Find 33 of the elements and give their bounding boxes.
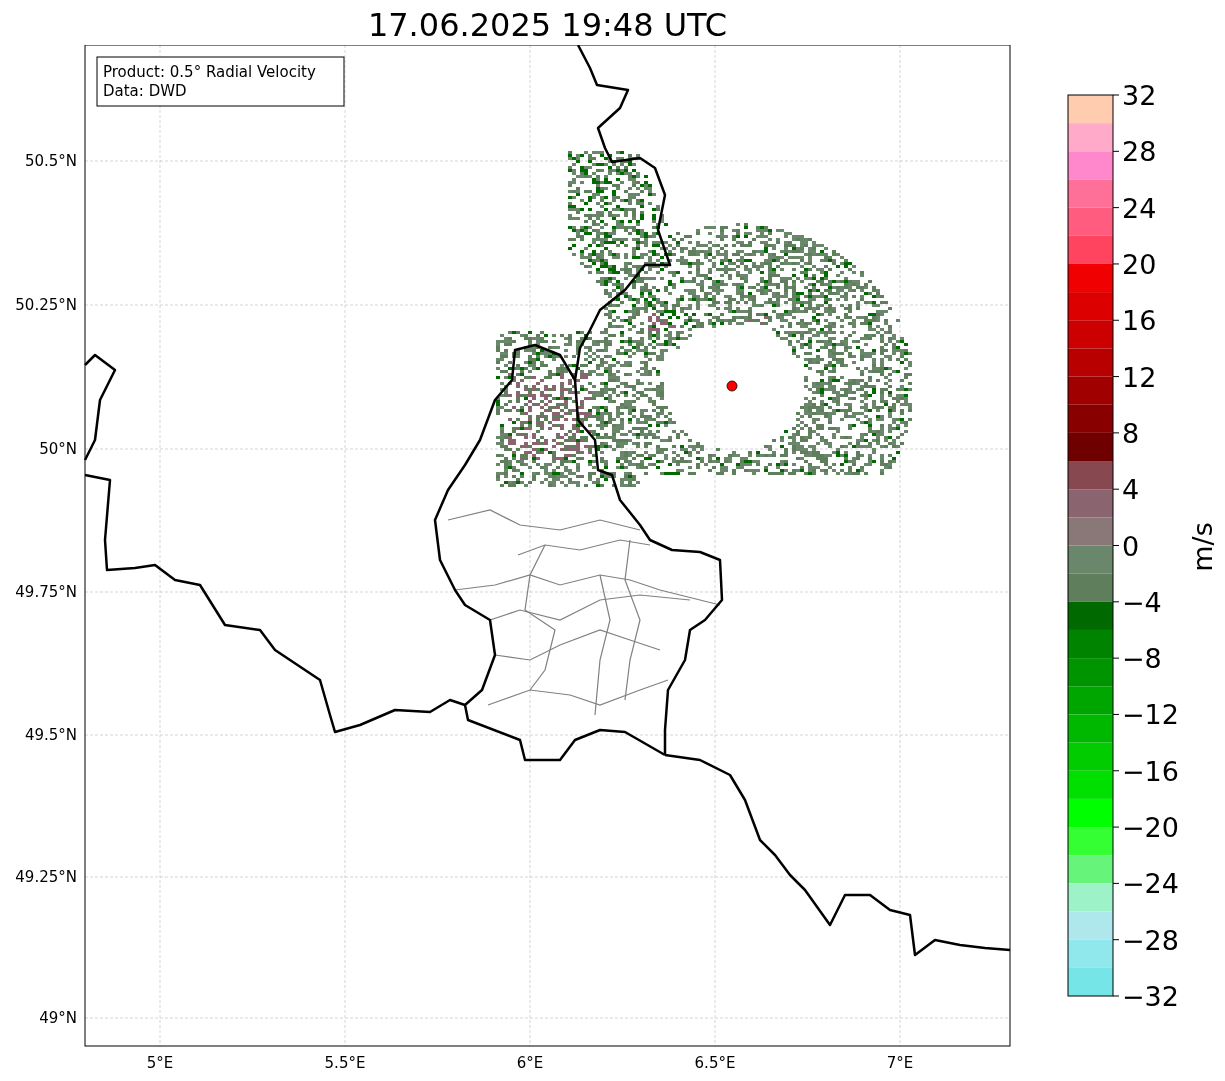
- colorbar-tick-label: 24: [1122, 192, 1157, 224]
- colorbar-tick-label: −16: [1122, 755, 1179, 787]
- colorbar-tick-label: −20: [1122, 812, 1179, 844]
- colorbar-label: m/s: [1187, 522, 1218, 572]
- colorbar-tick-label: −12: [1122, 699, 1179, 731]
- info-text: Data: DWD: [103, 82, 187, 100]
- colorbar-tick-label: 12: [1122, 361, 1157, 393]
- colorbar-tick-label: 28: [1122, 136, 1157, 168]
- latitude-label: 50°N: [39, 440, 77, 458]
- colorbar-tick-label: −24: [1122, 868, 1179, 900]
- colorbar-tick-label: −8: [1122, 643, 1162, 675]
- colorbar-tick-label: 16: [1122, 305, 1157, 337]
- colorbar-tick-label: 0: [1122, 530, 1140, 562]
- longitude-label: 5°E: [146, 1054, 174, 1072]
- colorbar-tick-label: 8: [1122, 417, 1140, 449]
- longitude-label: 7°E: [886, 1054, 914, 1072]
- latitude-label: 50.5°N: [24, 152, 77, 170]
- latitude-label: 49.5°N: [24, 726, 77, 744]
- info-text: Product: 0.5° Radial Velocity: [103, 63, 316, 81]
- colorbar-tick-label: 32: [1122, 80, 1157, 111]
- longitude-label: 6.5°E: [694, 1054, 736, 1072]
- colorbar-tick-label: −28: [1122, 924, 1179, 956]
- colorbar-tick-label: −4: [1122, 586, 1162, 618]
- latitude-label: 49.25°N: [15, 868, 77, 886]
- longitude-label: 6°E: [516, 1054, 544, 1072]
- colorbar-tick-label: −32: [1122, 981, 1179, 1012]
- latitude-label: 50.25°N: [15, 296, 77, 314]
- latitude-label: 49.75°N: [15, 583, 77, 601]
- chart-title: 17.06.2025 19:48 UTC: [367, 5, 728, 45]
- colorbar-tick-label: 20: [1122, 248, 1157, 280]
- colorbar-tick-label: 4: [1122, 474, 1140, 506]
- latitude-label: 49°N: [39, 1009, 77, 1027]
- longitude-label: 5.5°E: [324, 1054, 366, 1072]
